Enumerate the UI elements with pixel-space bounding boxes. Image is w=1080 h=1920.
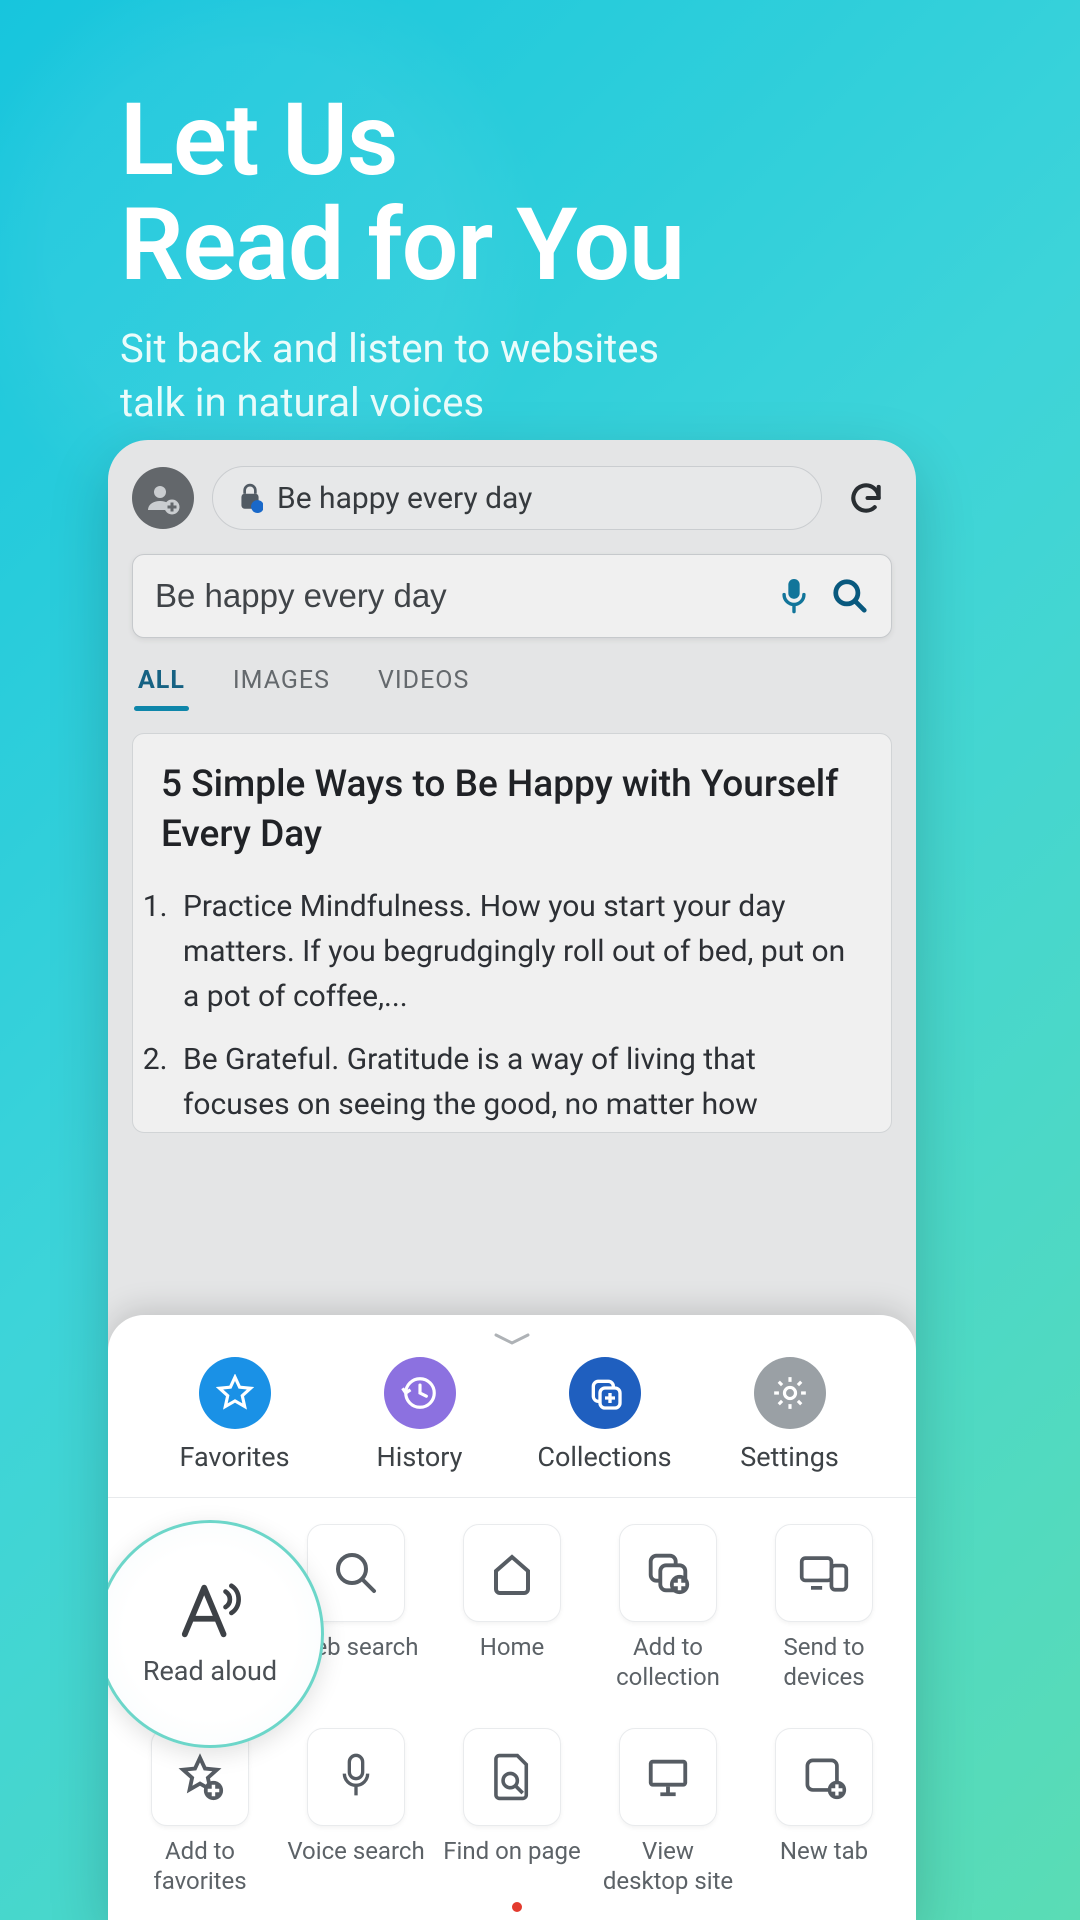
hero-subtitle: Sit back and listen to websites talk in …	[120, 322, 684, 430]
find-on-page-label: Find on page	[443, 1836, 580, 1866]
send-devices-icon	[775, 1524, 873, 1622]
profile-avatar[interactable]	[132, 467, 194, 529]
mic-icon	[307, 1728, 405, 1826]
new-tab-label: New tab	[780, 1836, 868, 1866]
hero-title-line1: Let Us	[120, 82, 397, 199]
collections-label: Collections	[537, 1441, 671, 1473]
reload-button[interactable]	[840, 472, 892, 524]
tab-images[interactable]: IMAGES	[233, 666, 330, 711]
search-input[interactable]	[155, 577, 757, 615]
add-favorites-label: Add to favorites	[130, 1836, 270, 1896]
hero-sub-line1: Sit back and listen to websites	[120, 325, 659, 372]
add-collection-label: Add to collection	[598, 1632, 738, 1692]
result-item-1: Practice Mindfulness. How you start your…	[175, 884, 863, 1019]
phone-frame: Be happy every day ALL IMAGES VIDEOS	[108, 440, 916, 1920]
history-label: History	[377, 1441, 463, 1473]
action-view-desktop[interactable]: View desktop site	[590, 1728, 746, 1896]
voice-search-label: Voice search	[287, 1836, 424, 1866]
result-title: 5 Simple Ways to Be Happy with Yourself …	[161, 760, 863, 860]
result-tabs: ALL IMAGES VIDEOS	[108, 638, 916, 711]
indicator-dot	[512, 1902, 522, 1912]
search-icon[interactable]	[831, 577, 869, 615]
person-add-icon	[145, 480, 181, 516]
find-on-page-icon	[463, 1728, 561, 1826]
sheet-history[interactable]: History	[350, 1357, 490, 1473]
add-collection-icon	[619, 1524, 717, 1622]
action-add-collection[interactable]: Add to collection	[590, 1524, 746, 1692]
action-home[interactable]: Home	[434, 1524, 590, 1692]
send-devices-label: Send to devices	[754, 1632, 894, 1692]
sheet-drag-handle[interactable]	[108, 1327, 916, 1357]
sheet-collections[interactable]: Collections	[535, 1357, 675, 1473]
reload-icon	[847, 479, 885, 517]
address-text: Be happy every day	[277, 481, 532, 516]
sheet-favorites[interactable]: Favorites	[165, 1357, 305, 1473]
result-item-2: Be Grateful. Gratitude is a way of livin…	[175, 1037, 863, 1127]
search-box[interactable]	[132, 554, 892, 638]
new-tab-icon	[775, 1728, 873, 1826]
action-add-favorites[interactable]: Add to favorites	[122, 1728, 278, 1896]
favorites-label: Favorites	[179, 1441, 289, 1473]
star-icon	[199, 1357, 271, 1429]
hero-title: Let Us Read for You	[120, 88, 684, 298]
lock-shield-icon	[237, 483, 263, 513]
browser-top-bar: Be happy every day	[108, 440, 916, 540]
action-send-devices[interactable]: Send to devices	[746, 1524, 902, 1692]
read-aloud-highlight-label: Read aloud	[143, 1655, 277, 1687]
tab-videos[interactable]: VIDEOS	[378, 666, 469, 711]
action-new-tab[interactable]: New tab	[746, 1728, 902, 1896]
action-find-on-page[interactable]: Find on page	[434, 1728, 590, 1896]
mic-icon[interactable]	[777, 576, 811, 616]
sheet-settings[interactable]: Settings	[720, 1357, 860, 1473]
collections-icon	[569, 1357, 641, 1429]
settings-label: Settings	[740, 1441, 839, 1473]
address-bar[interactable]: Be happy every day	[212, 466, 822, 530]
desktop-icon	[619, 1728, 717, 1826]
search-result-card[interactable]: 5 Simple Ways to Be Happy with Yourself …	[132, 733, 892, 1133]
gear-icon	[754, 1357, 826, 1429]
history-icon	[384, 1357, 456, 1429]
home-label: Home	[480, 1632, 545, 1662]
read-aloud-icon	[177, 1581, 243, 1641]
home-icon	[463, 1524, 561, 1622]
hero-title-line2: Read for You	[120, 187, 684, 304]
search-icon	[307, 1524, 405, 1622]
hero: Let Us Read for You Sit back and listen …	[120, 88, 684, 430]
result-list: Practice Mindfulness. How you start your…	[161, 884, 863, 1127]
action-voice-search[interactable]: Voice search	[278, 1728, 434, 1896]
view-desktop-label: View desktop site	[598, 1836, 738, 1896]
tab-all[interactable]: ALL	[138, 666, 185, 711]
hero-sub-line2: talk in natural voices	[120, 379, 484, 426]
